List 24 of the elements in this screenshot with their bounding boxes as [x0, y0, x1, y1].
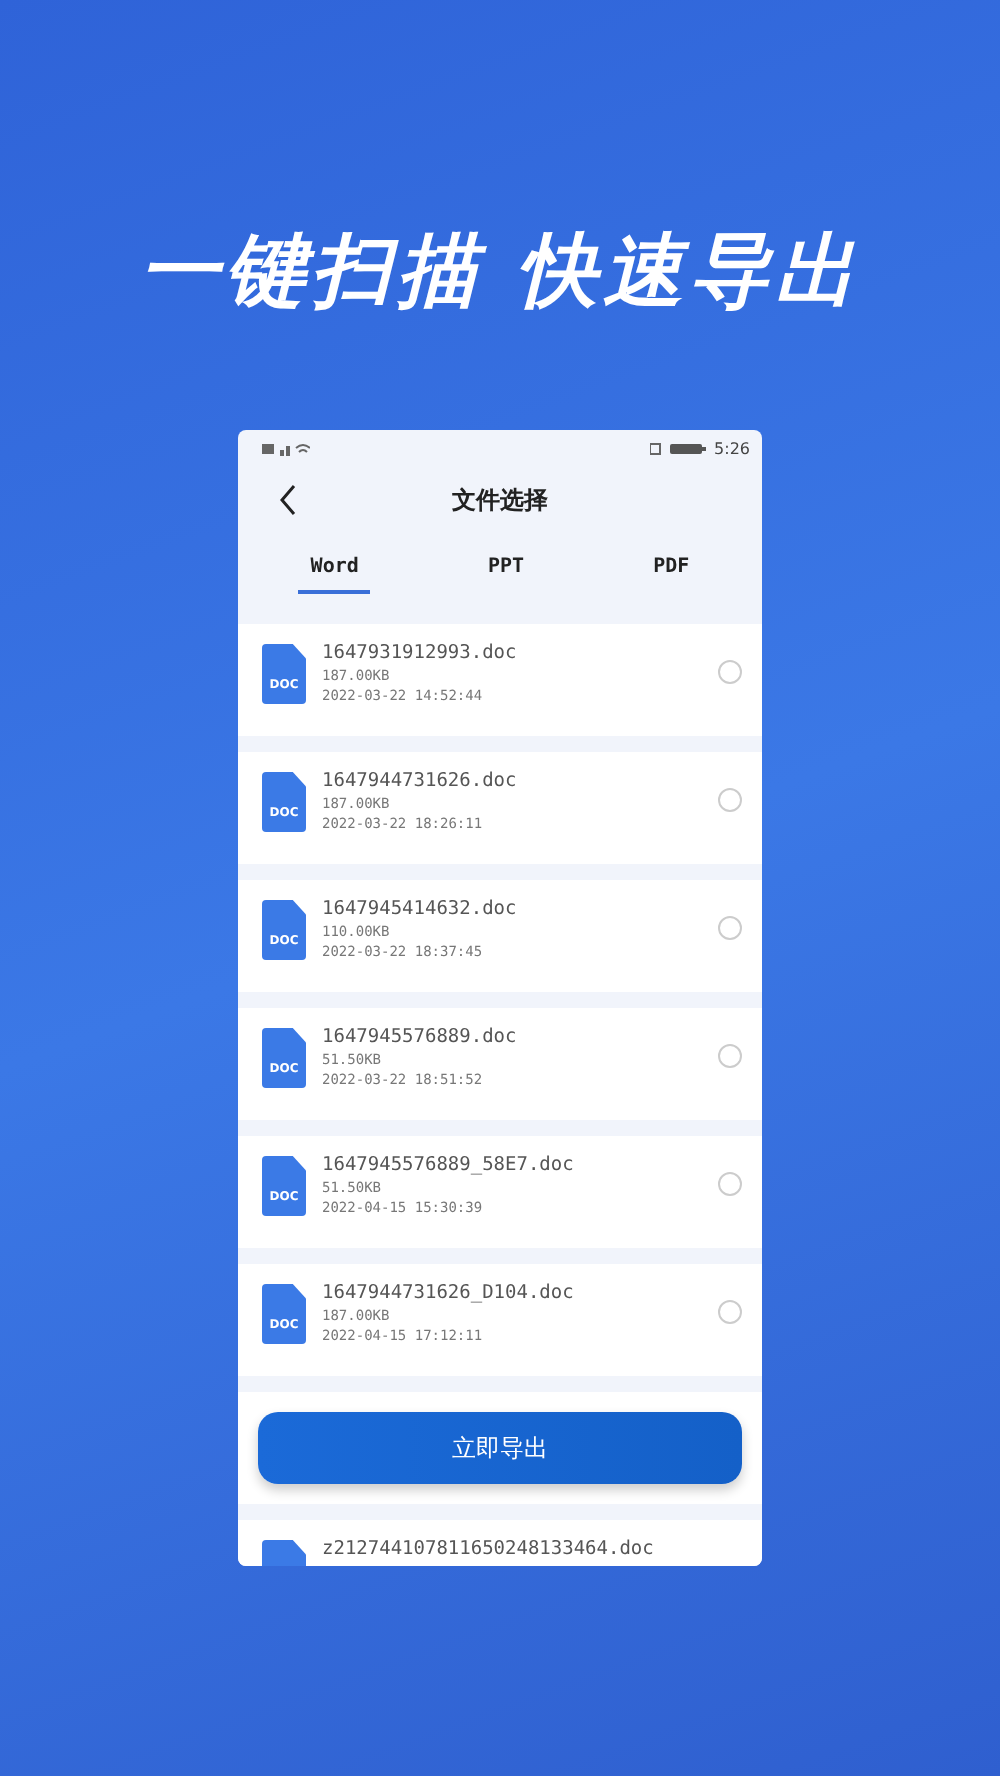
file-name: 1647944731626_D104.doc	[322, 1282, 576, 1304]
file-name: 1647931912993.doc	[322, 642, 519, 664]
signal-icon	[262, 441, 310, 455]
headline: 一键扫描 快速导出	[139, 224, 861, 322]
file-name: 1647945576889_58E7.doc	[322, 1154, 576, 1176]
page-title: 文件选择	[452, 483, 548, 517]
file-name: 1647945576889.doc	[322, 1026, 519, 1048]
tab[interactable]: PPT	[475, 534, 537, 594]
file-name: 1647945414632.doc	[322, 898, 519, 920]
radio-button[interactable]	[718, 1172, 742, 1196]
export-button[interactable]: 立即导出	[258, 1412, 742, 1484]
file-name: 1647944731626.doc	[322, 770, 519, 792]
tab[interactable]: PDF	[641, 534, 702, 594]
radio-button[interactable]	[718, 788, 742, 812]
radio-button[interactable]	[718, 660, 742, 684]
tab[interactable]: Word	[298, 534, 371, 594]
battery-icon	[650, 441, 707, 455]
file-row[interactable]: z212744107811650248133464.doc	[238, 1520, 762, 1566]
radio-button[interactable]	[718, 1044, 742, 1068]
radio-button[interactable]	[718, 916, 742, 940]
status-time: 5:26	[714, 439, 750, 457]
file-name: z212744107811650248133464.doc	[322, 1538, 656, 1560]
radio-button[interactable]	[718, 1300, 742, 1324]
back-icon[interactable]	[278, 484, 298, 516]
